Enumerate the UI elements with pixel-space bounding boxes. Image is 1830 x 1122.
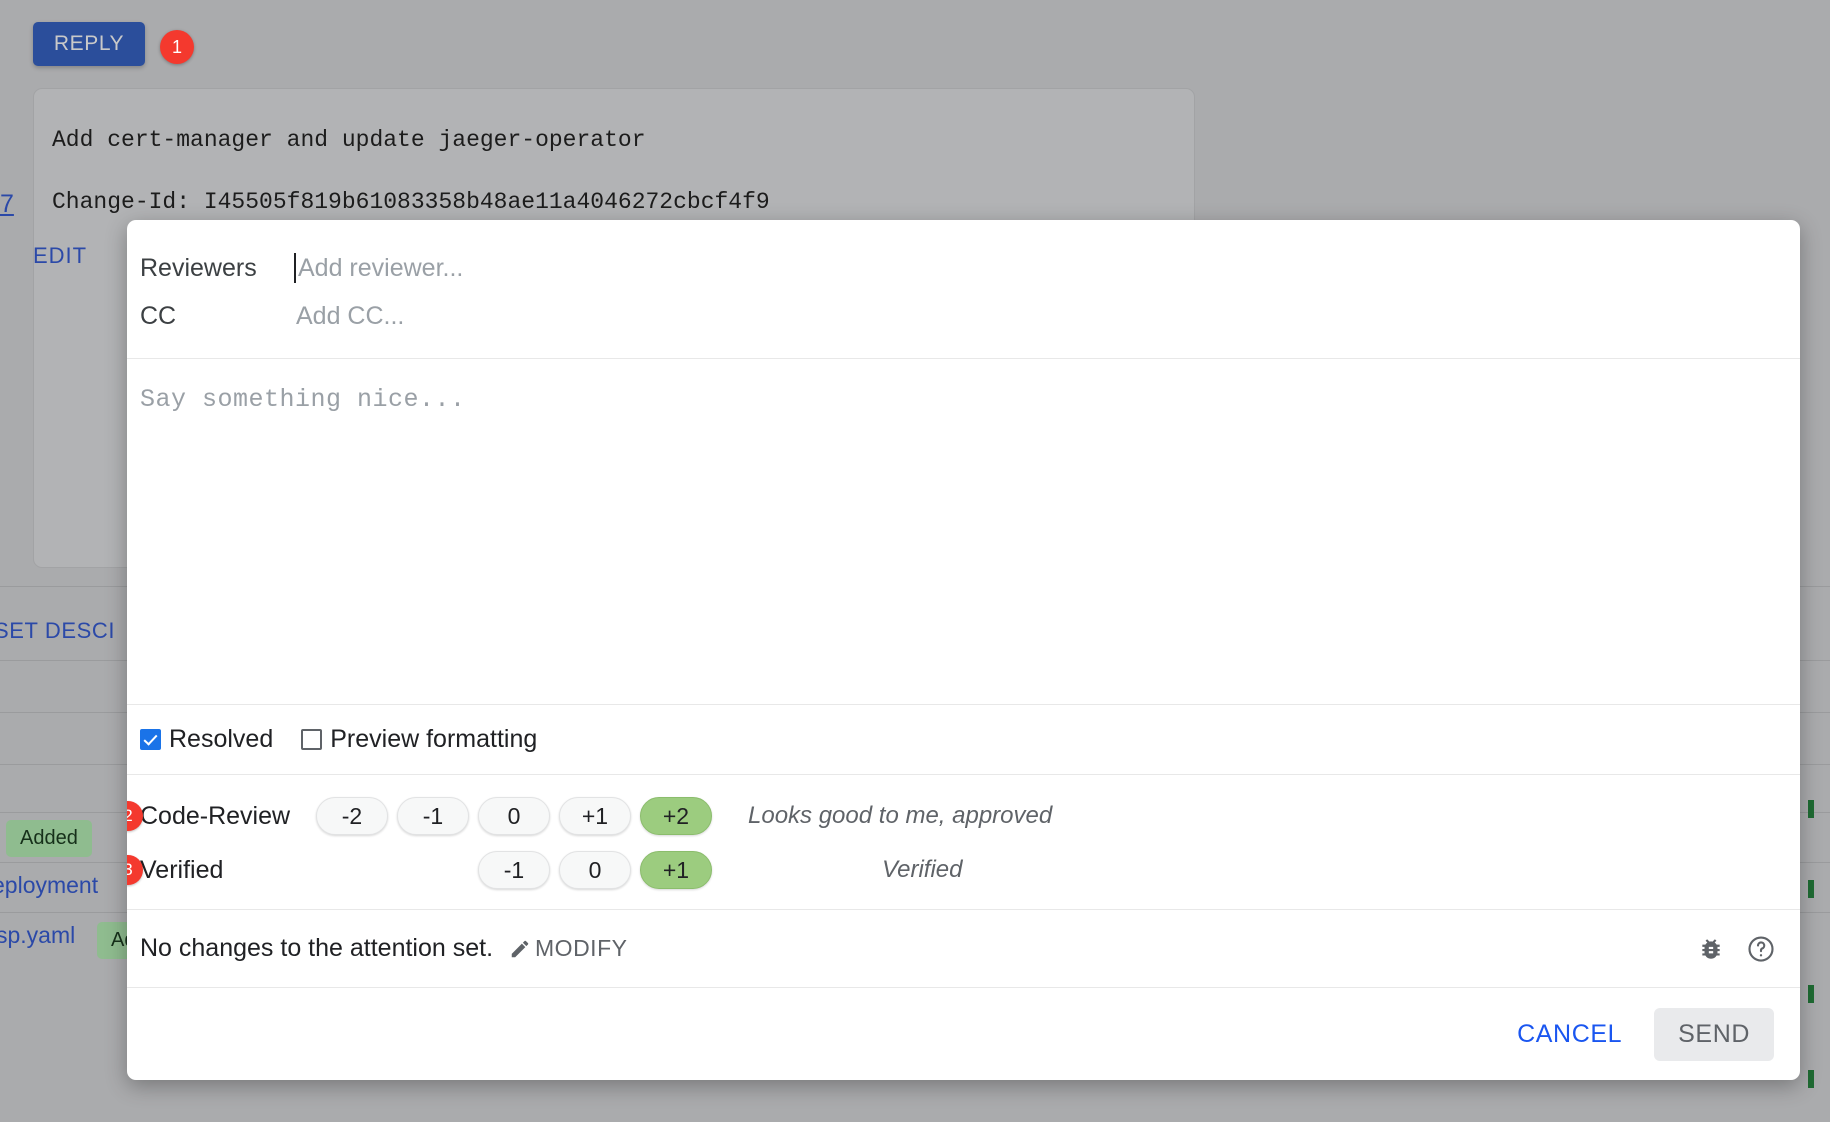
labels-section: 2 Code-Review -2 -1 0 +1 +2 Looks good t… <box>127 775 1800 910</box>
vote-chips-verified: -1 0 +1 <box>292 851 712 889</box>
message-section[interactable]: Say something nice... <box>127 359 1800 705</box>
set-description-button[interactable]: SET DESCI <box>0 618 115 644</box>
reply-dialog: Reviewers Add reviewer... CC Add CC... S… <box>127 220 1800 1080</box>
preview-formatting-label: Preview formatting <box>330 725 538 753</box>
file-status-marker <box>1808 800 1814 818</box>
cc-input[interactable]: Add CC... <box>290 302 1800 331</box>
resolved-label: Resolved <box>169 725 274 753</box>
reviewers-input[interactable]: Add reviewer... <box>290 253 1800 283</box>
cc-placeholder: Add CC... <box>296 301 405 330</box>
message-placeholder: Say something nice... <box>140 385 466 414</box>
label-hint-code-review: Looks good to me, approved <box>748 802 1053 829</box>
reviewers-label: Reviewers <box>140 253 257 282</box>
text-caret <box>294 253 296 283</box>
reviewers-row: Reviewers Add reviewer... <box>127 244 1800 292</box>
commit-subject: Add cert-manager and update jaeger-opera… <box>52 127 646 153</box>
checkbox-icon <box>140 729 161 750</box>
reply-unresolved-badge: 1 <box>160 30 194 64</box>
vote-chip--2[interactable]: -2 <box>316 797 388 835</box>
options-section: Resolved Preview formatting <box>127 705 1800 775</box>
label-hint-verified: Verified <box>882 856 963 883</box>
modify-label: MODIFY <box>535 935 628 961</box>
label-row-verified: 3 Verified -1 0 +1 Verified <box>127 843 1800 897</box>
edit-button[interactable]: EDIT <box>33 243 87 269</box>
vote-chip-plus2[interactable]: +2 <box>640 797 712 835</box>
cc-label: CC <box>140 301 177 330</box>
vote-chip-0[interactable]: 0 <box>478 797 550 835</box>
attention-set-section: No changes to the attention set. MODIFY <box>127 910 1800 988</box>
bug-icon[interactable] <box>1694 932 1728 966</box>
cancel-button[interactable]: CANCEL <box>1499 1010 1640 1059</box>
modify-attention-button[interactable]: MODIFY <box>509 935 627 962</box>
dialog-actions: CANCEL SEND <box>127 988 1800 1080</box>
checkbox-icon <box>301 729 323 750</box>
file-link-deployment[interactable]: eployment <box>0 872 98 899</box>
pencil-icon <box>509 938 531 960</box>
vote-chip-plus1[interactable]: +1 <box>559 797 631 835</box>
label-name-verified: Verified <box>140 855 224 884</box>
reply-button[interactable]: REPLY <box>33 22 145 66</box>
preview-formatting-checkbox[interactable]: Preview formatting <box>301 725 537 754</box>
resolved-checkbox[interactable]: Resolved <box>140 725 273 754</box>
help-icon[interactable] <box>1744 932 1778 966</box>
patchset-link[interactable]: 7 <box>0 190 14 219</box>
reviewers-section: Reviewers Add reviewer... CC Add CC... <box>127 220 1800 359</box>
label-row-code-review: 2 Code-Review -2 -1 0 +1 +2 Looks good t… <box>127 789 1800 843</box>
vote-chip--1[interactable]: -1 <box>478 851 550 889</box>
cc-row: CC Add CC... <box>127 292 1800 340</box>
attention-set-text: No changes to the attention set. <box>140 934 494 962</box>
vote-chip--1[interactable]: -1 <box>397 797 469 835</box>
vote-chip-plus1[interactable]: +1 <box>640 851 712 889</box>
status-badge: Added <box>6 820 92 857</box>
file-link-yaml[interactable]: sp.yaml <box>0 922 75 949</box>
vote-chip-0[interactable]: 0 <box>559 851 631 889</box>
send-button[interactable]: SEND <box>1654 1007 1774 1061</box>
file-status-marker <box>1808 985 1814 1003</box>
vote-chips-code-review: -2 -1 0 +1 +2 <box>292 797 712 835</box>
reviewers-placeholder: Add reviewer... <box>298 254 464 282</box>
file-status-marker <box>1808 880 1814 898</box>
file-status-marker <box>1808 1070 1814 1088</box>
label-name-code-review: Code-Review <box>140 801 291 830</box>
